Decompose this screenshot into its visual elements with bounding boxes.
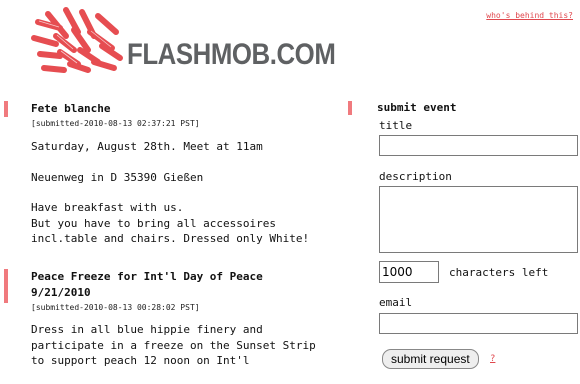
about-link[interactable]: who's behind this? [486,11,573,20]
post-body: Dress in all blue hippie finery and part… [31,322,321,384]
help-link[interactable]: ? [490,354,495,364]
post-paragraph: Have breakfast with us. But you have to … [31,201,310,245]
description-textarea[interactable] [379,186,578,253]
email-label: email [379,296,413,309]
description-label: description [379,170,452,183]
title-label: title [379,119,413,132]
submit-event-heading: submit event [377,101,457,114]
post-body: Saturday, August 28th. Meet at 11am Neue… [31,139,331,262]
post-timestamp: [submitted-2010-08-13 00:28:02 PST] [31,303,200,312]
post-marker [4,269,8,303]
post-timestamp: [submitted-2010-08-13 02:37:21 PST] [31,119,200,128]
post-paragraph: Neuenweg in D 35390 Gießen [31,170,204,184]
form-marker [348,101,352,115]
post-marker [4,101,8,117]
flashmob-logo-icon [31,7,123,73]
email-input[interactable] [379,313,578,334]
characters-left-label: characters left [449,266,549,279]
title-input[interactable] [379,135,578,156]
site-title: FLASHMOB.COM [127,38,336,71]
post-paragraph: Saturday, August 28th. Meet at 11am [31,140,263,153]
submit-request-button[interactable]: submit request [382,349,479,369]
character-count-field [379,261,439,283]
post-title: Peace Freeze for Int'l Day of Peace 9/21… [31,270,263,299]
post-paragraph: Dress in all blue hippie finery and part… [31,323,316,367]
post-title: Fete blanche [31,102,111,115]
